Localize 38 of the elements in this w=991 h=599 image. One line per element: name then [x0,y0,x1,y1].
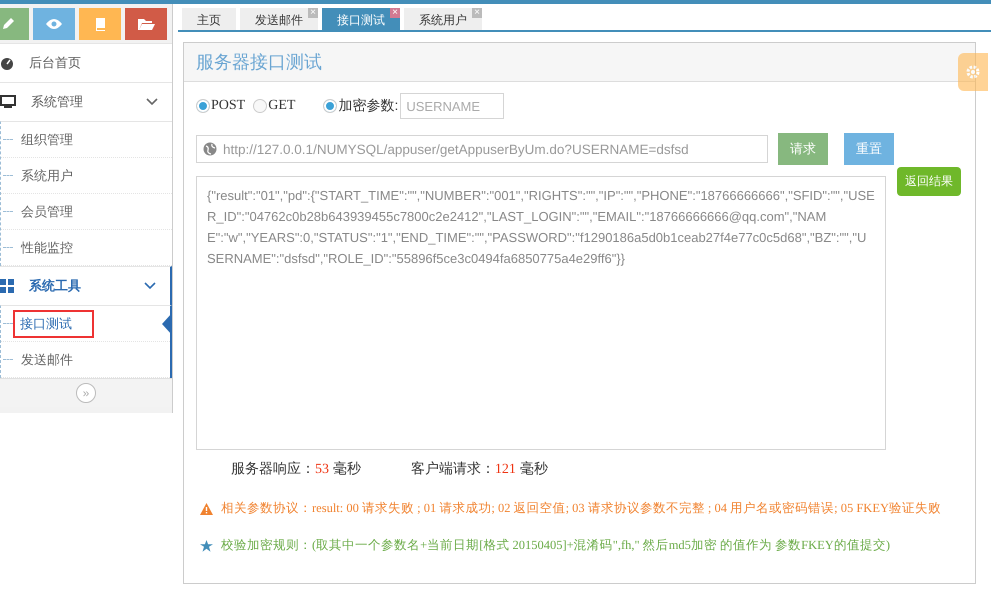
chevron-icon [146,98,158,106]
menu-item[interactable]: 后台首页 [0,43,172,82]
timing-text: 客户端请求：121 毫秒 [410,460,548,478]
monitor-icon [0,95,16,109]
note-text: 相关参数协议：result: 00 请求失败 ; 01 请求成功; 02 返回空值; 03 请求协议参数不完整 ; 04 用户名或密码错误; 05 FKEY验证失败 [221,500,941,517]
tab[interactable]: 系统用户 × [404,8,482,30]
note-text: 校验加密规则：(取其中一个参数名+当前日期[格式 20150405]+混淆码",fh," 然后md5加密 的值作为 参数FKEY的值提交) [221,537,890,554]
tab[interactable]: 接口测试 × [322,8,400,30]
star-icon [200,540,213,552]
book-icon [94,17,106,31]
timing-text: 服务器响应：53 毫秒 [231,460,361,478]
pencil-icon [1,17,15,31]
radio-option[interactable]: POST [196,98,246,114]
settings-icon[interactable] [958,53,988,91]
submenu-item[interactable]: 会员管理 [1,194,172,230]
shortcut-button[interactable] [33,8,75,40]
dashboard-icon [0,56,14,70]
folder-icon [137,17,155,31]
globe-icon [203,142,217,156]
submenu-item[interactable]: 接口测试 [1,306,170,342]
radio-option[interactable]: GET [253,98,296,114]
eye-icon [45,18,63,30]
result-area[interactable]: {"result":"01","pd":{"START_TIME":"","NUMBER":"001","RIGHTS":"","IP":"","PHONE":"18766666666","SFID":"","USER_ID":"04762c0b28b643939455c7800c2e2412","LAST_LOGIN":"","EMAIL":"18766666666@qq.com","NAME":"w","YEARS":0,"STATUS":"1","END_TIME":"","PASSWORD":"f1290186a5d0b1ceab27f4e77c0c5d68","BZ":"","USERNAME":"dsfsd","ROLE_ID":"55896f5ce3c0494fa6850775a4e29ff6"}} [196,176,886,450]
radio-option[interactable]: 加密参数: [323,97,398,115]
chevron-icon [144,282,156,290]
menu-item[interactable]: 系统管理 [0,82,172,121]
submenu-item[interactable]: 组织管理 [1,122,172,158]
shortcut-button[interactable] [125,8,167,40]
warning-icon [200,502,213,514]
grid-icon [0,279,14,293]
shortcut-button[interactable] [79,8,121,40]
menu-item[interactable]: 系统工具 [0,266,172,305]
tab[interactable]: 主页 [182,8,236,30]
tab[interactable]: 发送邮件 × [240,8,318,30]
result-tag: 返回结果 [897,167,961,196]
submenu-item[interactable]: 系统用户 [1,158,172,194]
panel-title: 服务器接口测试 [196,51,322,74]
input-field[interactable]: USERNAME [400,93,504,119]
